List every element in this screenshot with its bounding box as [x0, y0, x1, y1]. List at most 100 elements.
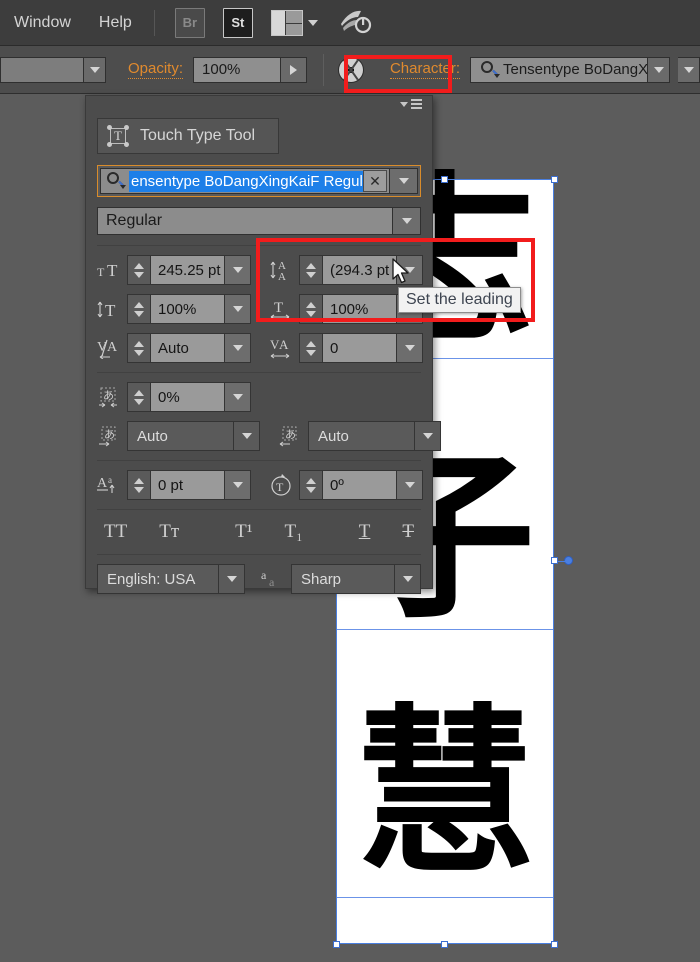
font-family-search-input[interactable]: ensentype BoDangXingKaiF Regular: [129, 170, 363, 192]
aki-left-field[interactable]: あ Auto: [97, 421, 260, 451]
workspace-switcher-icon[interactable]: [270, 9, 318, 36]
panel-menu-icon[interactable]: [400, 98, 426, 110]
aki-left-input[interactable]: Auto: [127, 421, 235, 451]
font-style-dropdown[interactable]: [678, 56, 700, 83]
language-field[interactable]: English: USA: [97, 564, 245, 594]
font-size-icon: T T: [97, 260, 127, 280]
underline-button[interactable]: T: [359, 521, 371, 543]
baseline-rotation-row: A a 0 pt T 0º: [86, 470, 432, 500]
font-style-input[interactable]: Regular: [97, 207, 393, 235]
menu-item-window[interactable]: Window: [0, 0, 85, 46]
kerning-dropdown[interactable]: [225, 333, 251, 363]
font-family-dropdown-button[interactable]: [390, 168, 418, 194]
leading-glyph: A A: [270, 260, 286, 281]
aki-right-icon: あ: [278, 425, 308, 447]
kerning-stepper[interactable]: [127, 333, 151, 363]
tsume-dropdown[interactable]: [225, 382, 251, 412]
font-size-input[interactable]: 245.25 pt: [151, 255, 225, 285]
recolor-artwork-icon[interactable]: [338, 56, 364, 83]
strikethrough-button[interactable]: T: [402, 521, 414, 543]
baseline-shift-stepper[interactable]: [127, 470, 151, 500]
aki-right-input[interactable]: Auto: [308, 421, 416, 451]
leading-stepper[interactable]: [299, 255, 323, 285]
tsume-stepper[interactable]: [127, 382, 151, 412]
panel-tab-strip: [86, 96, 432, 113]
tsume-input[interactable]: 0%: [151, 382, 225, 412]
fill-color-swatch[interactable]: [0, 56, 84, 83]
vertical-scale-field[interactable]: T 100%: [97, 294, 251, 324]
control-bar: Opacity: 100% Character: Tensentype BoDa…: [0, 46, 700, 94]
font-style-dropdown[interactable]: [393, 207, 421, 235]
aki-left-dropdown[interactable]: [234, 421, 260, 451]
selection-handle-middle-right[interactable]: [551, 557, 558, 564]
clear-search-icon[interactable]: ✕: [363, 170, 387, 192]
aki-right-dropdown[interactable]: [415, 421, 441, 451]
selection-handle-top-center[interactable]: [441, 176, 448, 183]
tooltip: Set the leading: [398, 287, 521, 313]
chevron-down-icon: [232, 306, 243, 312]
touch-type-tool-button[interactable]: T Touch Type Tool: [97, 118, 279, 154]
tracking-stepper[interactable]: [299, 333, 323, 363]
tracking-field[interactable]: V A 0: [269, 333, 423, 363]
opacity-label[interactable]: Opacity:: [128, 60, 184, 79]
vertical-scale-input[interactable]: 100%: [151, 294, 225, 324]
all-caps-button[interactable]: TT: [104, 521, 127, 543]
language-input[interactable]: English: USA: [97, 564, 219, 594]
small-caps-button[interactable]: Tᴛ: [159, 521, 179, 543]
baseline-shift-dropdown[interactable]: [225, 470, 251, 500]
stock-icon[interactable]: St: [222, 7, 253, 38]
anti-aliasing-field[interactable]: Sharp: [291, 564, 421, 594]
horizontal-scale-input[interactable]: 100%: [323, 294, 397, 324]
horizontal-scale-stepper[interactable]: [299, 294, 323, 324]
kerning-field[interactable]: V A Auto: [97, 333, 251, 363]
hamburger-lines-icon: [411, 99, 422, 109]
font-size-field[interactable]: T T 245.25 pt: [97, 255, 251, 285]
baseline-shift-field[interactable]: A a 0 pt: [97, 470, 251, 500]
selection-handle-bottom-right[interactable]: [551, 941, 558, 948]
rocket-power-icon[interactable]: [338, 8, 372, 38]
tracking-dropdown[interactable]: [397, 333, 423, 363]
selection-handle-bottom-center[interactable]: [441, 941, 448, 948]
bridge-icon[interactable]: Br: [174, 7, 205, 38]
font-family-search[interactable]: ensentype BoDangXingKaiF Regular ✕: [97, 165, 421, 197]
selection-handle-bottom-left[interactable]: [333, 941, 340, 948]
anti-aliasing-icon: a a: [261, 568, 291, 590]
leading-input[interactable]: (294.3 pt: [323, 255, 397, 285]
baseline-shift-glyph: A a: [97, 475, 115, 493]
selection-handle-top-right[interactable]: [551, 176, 558, 183]
tracking-input[interactable]: 0: [323, 333, 397, 363]
baseline-shift-input[interactable]: 0 pt: [151, 470, 225, 500]
aki-right-field[interactable]: あ Auto: [278, 421, 441, 451]
vertical-scale-dropdown[interactable]: [225, 294, 251, 324]
opacity-flyout-button[interactable]: [281, 56, 308, 83]
character-rotation-field[interactable]: T 0º: [269, 470, 423, 500]
subscript-button[interactable]: T₁: [285, 521, 303, 543]
anti-aliasing-input[interactable]: Sharp: [291, 564, 395, 594]
leading-icon: A A: [269, 259, 299, 281]
tsume-field[interactable]: あ 0%: [97, 382, 260, 412]
chevron-down-icon: [422, 433, 433, 439]
panel-divider-5: [97, 554, 421, 555]
font-size-dropdown[interactable]: [225, 255, 251, 285]
character-rotation-dropdown[interactable]: [397, 470, 423, 500]
vertical-scale-stepper[interactable]: [127, 294, 151, 324]
menu-item-help[interactable]: Help: [85, 0, 146, 46]
chevron-down-icon: [404, 482, 415, 488]
language-dropdown[interactable]: [219, 564, 245, 594]
chevron-down-icon: [226, 576, 237, 582]
opacity-input[interactable]: 100%: [193, 56, 282, 83]
kerning-input[interactable]: Auto: [151, 333, 225, 363]
chevron-down-icon: [241, 433, 252, 439]
fill-dropdown[interactable]: [84, 56, 106, 83]
kerning-icon: V A: [97, 337, 127, 359]
anti-aliasing-dropdown[interactable]: [395, 564, 421, 594]
character-label[interactable]: Character:: [389, 60, 460, 79]
font-size-stepper[interactable]: [127, 255, 151, 285]
character-rotation-stepper[interactable]: [299, 470, 323, 500]
chevron-down-icon: [89, 66, 100, 73]
superscript-button[interactable]: T¹: [235, 521, 252, 543]
font-family-search-box[interactable]: ensentype BoDangXingKaiF Regular ✕: [100, 168, 390, 194]
font-family-dropdown[interactable]: [648, 56, 670, 83]
font-family-input[interactable]: Tensentype BoDangXingK: [470, 56, 648, 83]
character-rotation-input[interactable]: 0º: [323, 470, 397, 500]
